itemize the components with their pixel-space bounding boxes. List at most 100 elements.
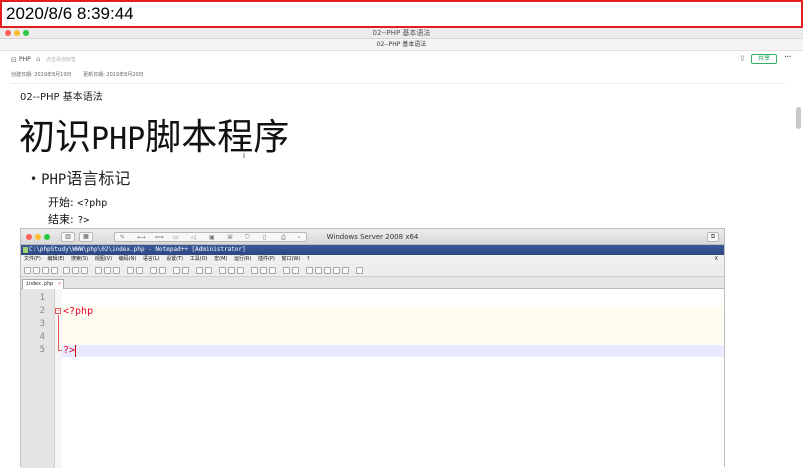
close-tab-icon[interactable]: × <box>58 280 61 289</box>
line-number-gutter: 1 2 3 4 5 <box>21 289 55 468</box>
menu-view[interactable]: 视图(V) <box>95 256 112 262</box>
add-tag-link[interactable]: 点击添加标签 <box>46 56 76 63</box>
code-line-2: <?php <box>63 306 94 317</box>
note-heading: 初识PHP脚本程序 <box>19 116 289 162</box>
heading-part: PHP <box>91 122 146 157</box>
notepadpp-toolbar <box>21 264 724 277</box>
divider <box>10 83 785 84</box>
line-number: 1 <box>39 293 45 303</box>
spellcheck-icon[interactable] <box>356 267 363 274</box>
indent-guide-icon[interactable] <box>237 267 244 274</box>
lock-icon[interactable]: ⌂ <box>36 55 40 63</box>
notebook-tag[interactable]: PHP <box>19 56 31 63</box>
vm-title: Windows Server 2008 x64 <box>326 233 419 241</box>
vm-screenshot: ▥ ▦ ✎ ⟷ ⟺ ▭ ◁ ▣ ⌘ ⛉ ▯ ⎙ ‹ Windows Server… <box>20 228 725 468</box>
vm-titlebar: ▥ ▦ ✎ ⟷ ⟺ ▭ ◁ ▣ ⌘ ⛉ ▯ ⎙ ‹ Windows Server… <box>21 229 724 245</box>
open-file-icon[interactable] <box>33 267 40 274</box>
menu-window[interactable]: 窗口(W) <box>281 256 300 262</box>
bullet-item: • PHP语言标记 <box>30 170 130 189</box>
file-tab-index-php[interactable]: index.php × <box>22 279 64 289</box>
note-meta: 创建日期: 2019年8月19日 更新日期: 2019年8月20日 <box>11 71 154 78</box>
document-tab[interactable]: 02--PHP 基本语法 <box>0 39 803 51</box>
menu-file[interactable]: 文件(F) <box>24 256 41 262</box>
save-all-icon[interactable] <box>51 267 58 274</box>
php-block-highlight <box>62 306 724 345</box>
text-cursor-icon: I <box>243 152 246 160</box>
function-list-icon[interactable] <box>269 267 276 274</box>
folder-icon[interactable] <box>283 267 290 274</box>
find-icon[interactable] <box>150 267 157 274</box>
play-macro-icon[interactable] <box>324 267 331 274</box>
sync-h-icon[interactable] <box>205 267 212 274</box>
vm-fullscreen-icon[interactable]: ⧉ <box>707 232 719 242</box>
note-title[interactable]: 02--PHP 基本语法 <box>20 88 103 103</box>
notepadpp-menubar: 文件(F) 编辑(E) 搜索(S) 视图(V) 编码(N) 语言(L) 设置(T… <box>21 255 724 264</box>
line-number: 5 <box>39 345 45 355</box>
undo-icon[interactable] <box>127 267 134 274</box>
run-macro-icon[interactable] <box>333 267 340 274</box>
copy-icon[interactable] <box>104 267 111 274</box>
start-code: <?php <box>77 198 108 209</box>
end-tag-line: 结束: ?> <box>48 211 89 227</box>
notepadpp-icon <box>23 247 28 253</box>
stop-macro-icon[interactable] <box>315 267 322 274</box>
menu-run[interactable]: 运行(R) <box>234 256 251 262</box>
lang-icon[interactable] <box>251 267 258 274</box>
end-label: 结束: <box>48 213 78 226</box>
start-tag-line: 开始: <?php <box>48 194 107 210</box>
updated-date: 更新日期: 2019年8月20日 <box>83 72 144 78</box>
menu-macro[interactable]: 宏(M) <box>214 256 227 262</box>
menu-encoding[interactable]: 编码(N) <box>119 256 137 262</box>
fold-line <box>58 315 59 350</box>
text-caret <box>75 345 76 357</box>
all-chars-icon[interactable] <box>228 267 235 274</box>
wrap-icon[interactable] <box>219 267 226 274</box>
line-number: 2 <box>39 306 45 316</box>
monitor-icon[interactable] <box>292 267 299 274</box>
code-line-5: ?> <box>63 345 76 356</box>
zoom-in-icon[interactable] <box>173 267 180 274</box>
timestamp-banner: 2020/8/6 8:39:44 <box>0 0 803 28</box>
bullet-text: PHP <box>41 172 67 188</box>
menu-edit[interactable]: 编辑(E) <box>47 256 64 262</box>
upload-icon[interactable]: ⇪ <box>739 54 746 63</box>
note-toolbar: ⊟ PHP ⌂ 点击添加标签 ⇪ 共享 ··· <box>0 51 803 69</box>
fold-toggle-icon[interactable]: − <box>55 308 61 314</box>
paste-icon[interactable] <box>113 267 120 274</box>
menu-language[interactable]: 语言(L) <box>143 256 160 262</box>
window-titlebar: 02--PHP 基本语法 <box>0 28 803 39</box>
tag-icon: ⊟ <box>11 56 17 64</box>
replace-icon[interactable] <box>159 267 166 274</box>
menu-plugins[interactable]: 插件(P) <box>258 256 275 262</box>
menu-help[interactable]: ? <box>307 256 310 262</box>
scrollbar-thumb[interactable] <box>796 107 801 129</box>
file-tab-label: index.php <box>26 281 54 287</box>
doc-map-icon[interactable] <box>260 267 267 274</box>
save-macro-icon[interactable] <box>342 267 349 274</box>
sync-v-icon[interactable] <box>196 267 203 274</box>
heading-part: 初识 <box>19 117 92 158</box>
record-macro-icon[interactable] <box>306 267 313 274</box>
timestamp-text: 2020/8/6 8:39:44 <box>6 4 134 23</box>
save-icon[interactable] <box>42 267 49 274</box>
zoom-out-icon[interactable] <box>182 267 189 274</box>
notepadpp-titlebar: C:\phpStudy\WWW\php\02\index.php - Notep… <box>21 245 724 255</box>
line-number: 3 <box>39 319 45 329</box>
bullet-text: 语言标记 <box>66 169 131 188</box>
menu-tools[interactable]: 工具(O) <box>190 256 208 262</box>
close-file-icon[interactable] <box>63 267 70 274</box>
fold-end <box>58 350 62 351</box>
scrollbar[interactable] <box>796 107 801 462</box>
close-document-button[interactable]: X <box>715 255 718 264</box>
menu-settings[interactable]: 设置(T) <box>166 256 183 262</box>
new-file-icon[interactable] <box>24 267 31 274</box>
close-all-icon[interactable] <box>72 267 79 274</box>
end-code: ?> <box>77 215 90 226</box>
more-options-icon[interactable]: ··· <box>784 52 791 63</box>
start-label: 开始: <box>48 196 78 209</box>
print-icon[interactable] <box>81 267 88 274</box>
share-button[interactable]: 共享 <box>751 54 777 64</box>
menu-search[interactable]: 搜索(S) <box>71 256 88 262</box>
cut-icon[interactable] <box>95 267 102 274</box>
redo-icon[interactable] <box>136 267 143 274</box>
